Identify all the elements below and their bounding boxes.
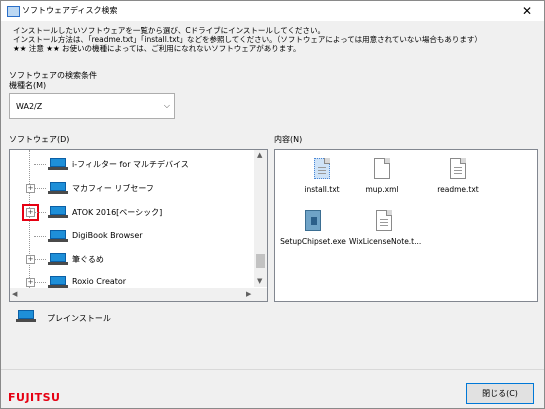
file-item-setupchipset[interactable]: SetupChipset.exe — [278, 210, 348, 246]
instruction-line-2: インストール方法は、「readme.txt」「install.txt」などを参照… — [13, 35, 482, 44]
instruction-line-3: ★★ 注意 ★★ お使いの機種によっては、ご利用になれないソフトウェアがあります… — [13, 44, 301, 53]
scroll-right-icon[interactable]: ▶ — [246, 290, 251, 298]
model-name-dropdown[interactable]: WA2/Z ⌵ — [9, 93, 175, 119]
tree-item-i-filter[interactable]: i-フィルター for マルチデバイス — [10, 155, 255, 173]
app-icon — [7, 6, 20, 17]
model-name-label: 機種名(M) — [9, 81, 47, 90]
text-file-icon — [450, 158, 466, 179]
software-disk-search-window: ソフトウェアディスク検索 ✕ インストールしたいソフトウェアを一覧から選び、Cド… — [0, 0, 545, 409]
fujitsu-logo: FUJITSU — [8, 391, 61, 404]
file-item-mup[interactable]: mup.xml — [347, 158, 417, 194]
contents-label: 内容(N) — [274, 135, 303, 144]
close-window-icon[interactable]: ✕ — [510, 1, 544, 21]
tree-item-label: DigiBook Browser — [72, 231, 143, 240]
file-name: WixLicenseNote.t... — [349, 237, 422, 246]
tree-item-label: マカフィー リブセーフ — [72, 184, 154, 193]
tree-item-label: ATOK 2016[ベーシック] — [72, 208, 163, 217]
tree-item-label: 筆ぐるめ — [72, 255, 104, 264]
model-name-value: WA2/Z — [16, 102, 43, 111]
tree-connector — [34, 212, 46, 213]
instruction-line-1: インストールしたいソフトウェアを一覧から選び、Cドライブにインストールしてくださ… — [13, 26, 325, 35]
tree-item-label: Roxio Creator — [72, 277, 127, 286]
laptop-icon — [48, 158, 68, 171]
tree-item-label: i-フィルター for マルチデバイス — [72, 160, 189, 169]
scrollbar-corner — [254, 288, 267, 301]
tree-item-mcafee[interactable]: + マカフィー リブセーフ — [10, 179, 255, 197]
preinstall-label: プレインストール — [47, 314, 111, 323]
tree-connector — [34, 164, 46, 165]
installer-icon — [305, 210, 321, 231]
scroll-left-icon[interactable]: ◀ — [12, 290, 17, 298]
software-list-label: ソフトウェア(D) — [9, 135, 70, 144]
file-name: SetupChipset.exe — [280, 237, 346, 246]
tree-item-atok[interactable]: + ATOK 2016[ベーシック] — [10, 203, 255, 221]
text-file-icon — [376, 210, 392, 231]
tree-horizontal-scrollbar[interactable]: ◀ ▶ — [10, 288, 256, 301]
contents-file-list[interactable]: install.txt mup.xml readme.txt SetupChip… — [274, 149, 538, 302]
footer-divider — [1, 369, 544, 370]
tree-connector — [34, 259, 46, 260]
scroll-down-icon[interactable]: ▼ — [257, 277, 262, 285]
laptop-icon — [48, 206, 68, 219]
close-button[interactable]: 閉じる(C) — [466, 383, 534, 404]
laptop-icon — [48, 182, 68, 195]
tree-item-fudegurume[interactable]: + 筆ぐるめ — [10, 250, 255, 268]
laptop-icon — [48, 253, 68, 266]
chevron-down-icon: ⌵ — [163, 101, 170, 110]
scroll-up-icon[interactable]: ▲ — [257, 151, 262, 159]
window-title: ソフトウェアディスク検索 — [22, 6, 118, 15]
document-icon — [374, 158, 390, 179]
file-item-wixlicense[interactable]: WixLicenseNote.t... — [349, 210, 422, 246]
title-bar: ソフトウェアディスク検索 ✕ — [1, 1, 544, 21]
laptop-icon — [48, 230, 68, 243]
scrollbar-thumb[interactable] — [256, 254, 265, 268]
text-file-icon — [314, 158, 330, 179]
laptop-icon — [16, 310, 36, 323]
software-tree[interactable]: i-フィルター for マルチデバイス + マカフィー リブセーフ + ATOK… — [9, 149, 268, 302]
tree-connector — [34, 282, 46, 283]
tree-connector — [34, 236, 46, 237]
tree-item-digibook[interactable]: DigiBook Browser — [10, 227, 255, 245]
file-item-readme[interactable]: readme.txt — [423, 158, 493, 194]
tree-connector — [34, 188, 46, 189]
file-name: mup.xml — [365, 185, 399, 194]
file-name: readme.txt — [437, 185, 479, 194]
tree-vertical-scrollbar[interactable]: ▲ ▼ — [254, 150, 267, 287]
